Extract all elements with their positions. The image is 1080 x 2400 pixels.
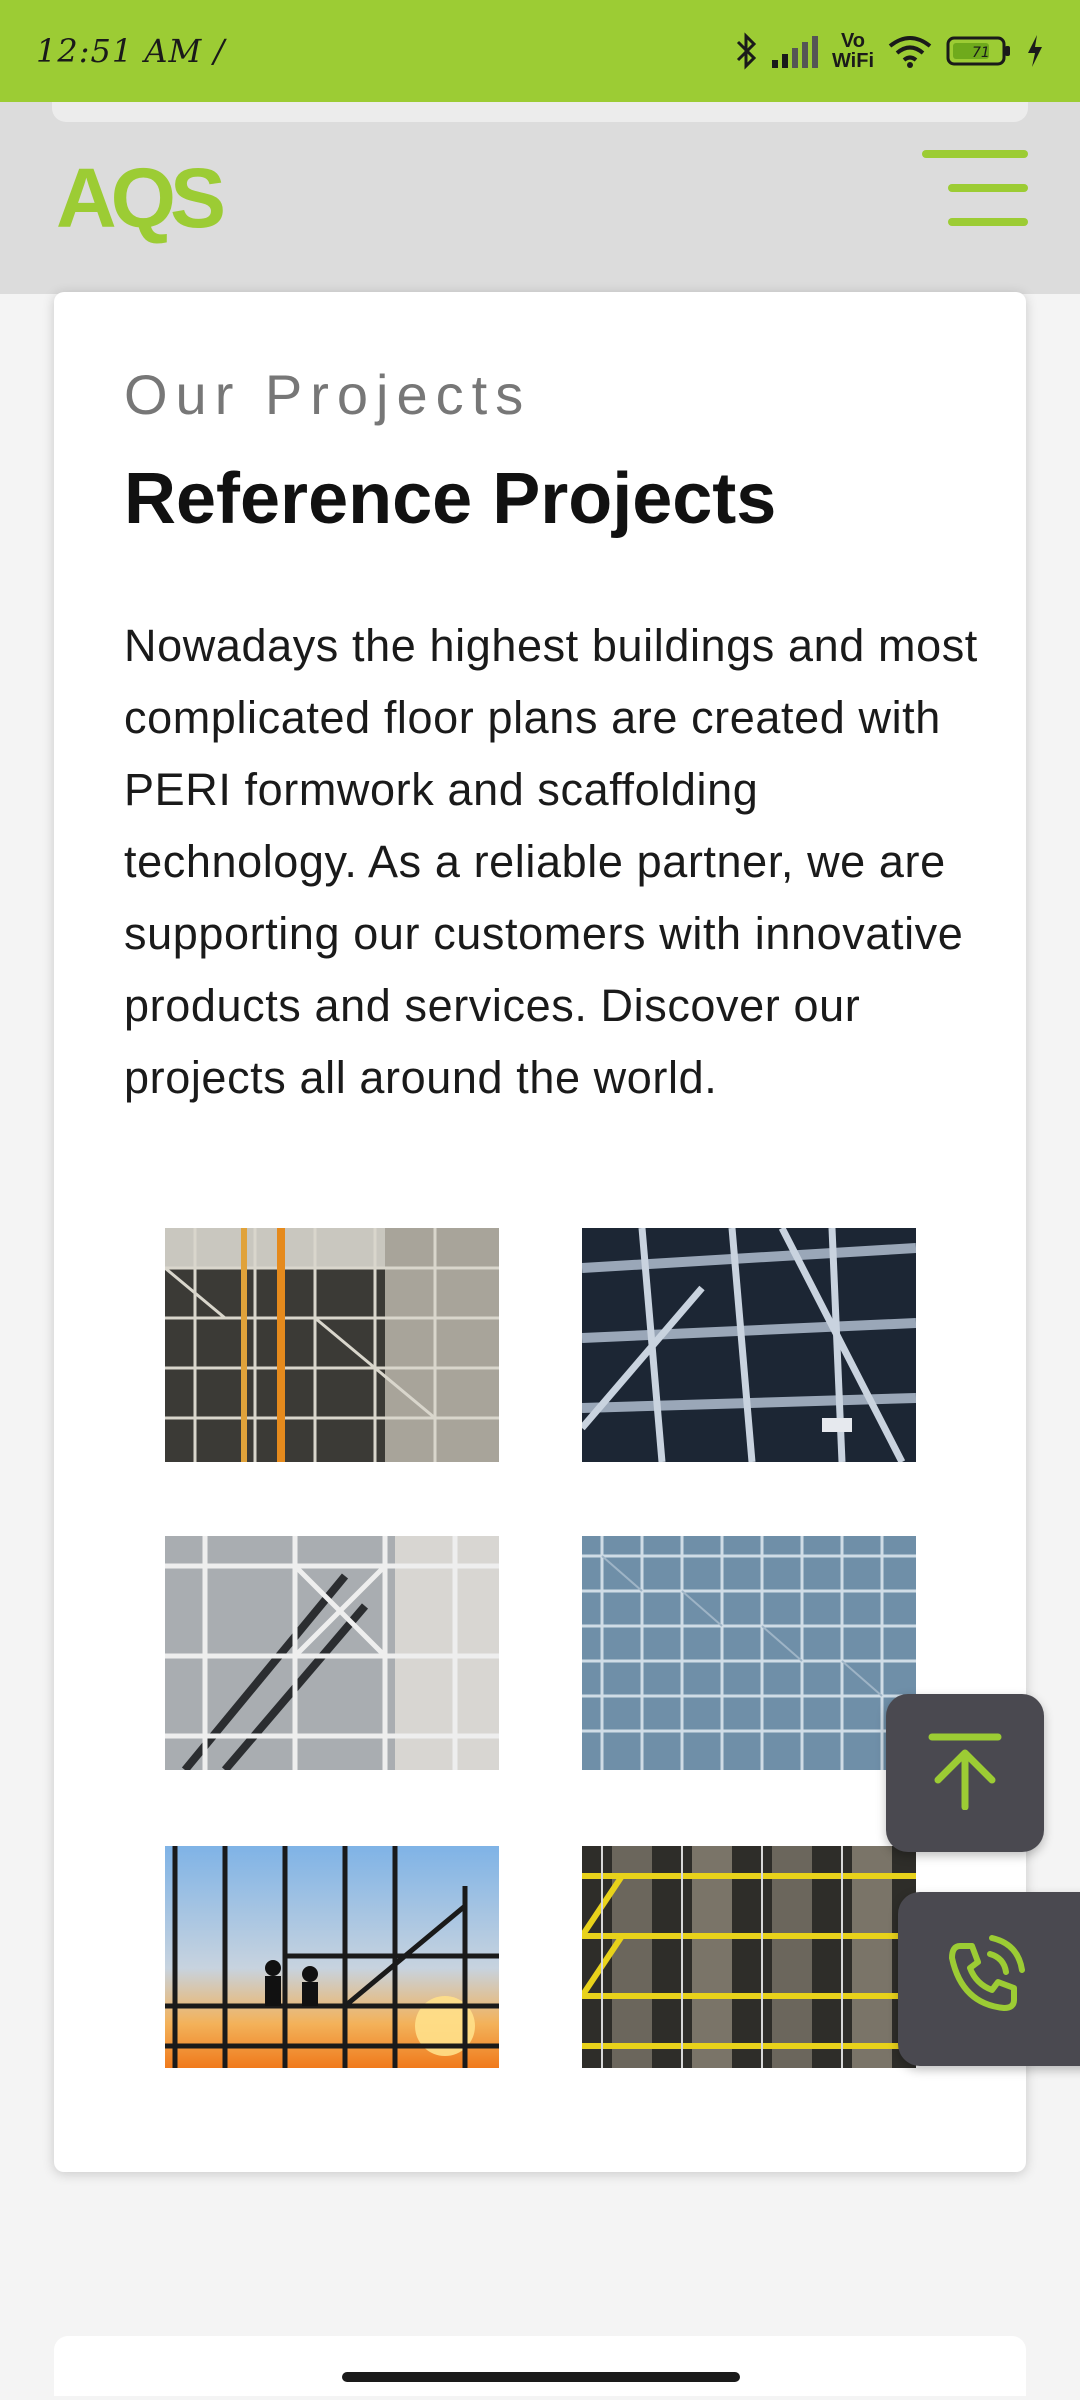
home-indicator[interactable]: [342, 2372, 740, 2382]
wifi-icon: [888, 34, 932, 68]
projects-card: Our Projects Reference Projects Nowadays…: [54, 292, 1026, 2172]
status-time: 12:51 AM /: [36, 32, 226, 70]
hamburger-menu-icon[interactable]: [922, 150, 1028, 226]
charging-icon: [1026, 35, 1044, 67]
scroll-to-top-button[interactable]: [886, 1694, 1044, 1852]
site-header: AQS: [0, 102, 1080, 294]
svg-text:71: 71: [972, 45, 990, 61]
yellow-scaffold-photo[interactable]: [582, 1846, 916, 2068]
section-eyebrow: Our Projects: [124, 363, 532, 426]
vowifi-label-top: Vo: [840, 30, 866, 52]
scaffolding-building-photo[interactable]: [165, 1228, 499, 1462]
section-title: Reference Projects: [124, 459, 777, 539]
vowifi-icon: Vo WiFi: [832, 31, 874, 71]
steel-pipe-structure-photo[interactable]: [582, 1228, 916, 1462]
battery-icon: 71: [946, 35, 1012, 67]
status-icons: Vo WiFi 71: [736, 31, 1044, 71]
signal-icon: [771, 34, 818, 68]
scaffolding-stairs-photo[interactable]: [165, 1536, 499, 1770]
bluetooth-icon: [736, 32, 758, 70]
section-description: Nowadays the highest buildings and most …: [124, 620, 978, 1103]
header-strip: [52, 102, 1028, 122]
phone-call-icon: [938, 1932, 1028, 2027]
workers-sunset-scaffold-photo[interactable]: [165, 1846, 499, 2068]
call-button[interactable]: [898, 1892, 1080, 2066]
vowifi-label-bottom: WiFi: [831, 50, 874, 72]
arrow-up-icon: [928, 1732, 1002, 1815]
next-section-card: [54, 2336, 1026, 2396]
site-logo[interactable]: AQS: [56, 150, 226, 247]
status-bar: 12:51 AM / Vo WiFi 71: [0, 0, 1080, 102]
scaffolding-facade-photo[interactable]: [582, 1536, 916, 1770]
